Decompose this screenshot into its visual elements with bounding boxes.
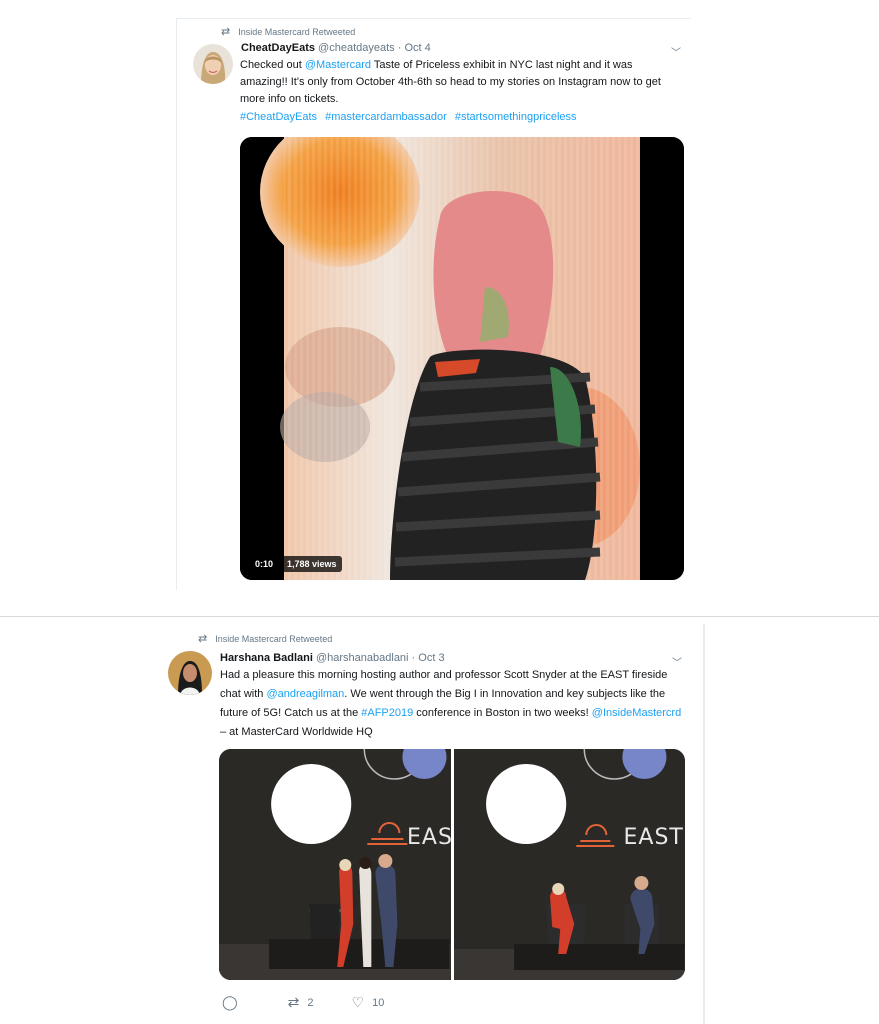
separator: · [408, 652, 419, 664]
retweet-context: ⇄ Inside Mastercard Retweeted [198, 632, 332, 645]
video-player[interactable]: 0:10 1,788 views [240, 137, 684, 580]
retweet-label: Inside Mastercard Retweeted [238, 26, 356, 37]
photo-label: EAST [407, 825, 451, 850]
handle[interactable]: @harshanabadlani [316, 652, 409, 664]
photo-2[interactable]: EAST [453, 749, 685, 980]
hashtag-link[interactable]: #startsomethingpriceless [455, 111, 577, 123]
retweet-label: Inside Mastercard Retweeted [215, 633, 333, 644]
tweet-cheatdayeats[interactable]: ⇄ Inside Mastercard Retweeted CheatDayEa… [176, 18, 691, 590]
reply-button[interactable]: ◯ [222, 994, 238, 1011]
hashtag-link[interactable]: #CheatDayEats [240, 111, 317, 123]
retweet-count: 2 [307, 996, 314, 1009]
hashtag-link[interactable]: #AFP2019 [361, 707, 413, 719]
text-part: Checked out [240, 59, 305, 71]
retweet-button[interactable]: ⇄ 2 [288, 994, 314, 1011]
video-views: 1,788 views [282, 556, 342, 572]
like-button[interactable]: ♡ 10 [352, 994, 385, 1011]
retweet-icon: ⇄ [198, 633, 208, 645]
mention-link[interactable]: @InsideMastercrd [592, 707, 681, 719]
photo-grid: EAST EAST [219, 749, 685, 980]
text-part: – at MasterCard Worldwide HQ [220, 726, 373, 738]
display-name[interactable]: Harshana Badlani [220, 652, 313, 664]
retweet-context: ⇄ Inside Mastercard Retweeted [221, 25, 355, 38]
divider [0, 616, 879, 617]
retweet-icon: ⇄ [221, 26, 231, 38]
retweet-icon: ⇄ [287, 994, 300, 1010]
display-name[interactable]: CheatDayEats [241, 42, 315, 54]
tweet-actions: ◯ ⇄ 2 ♡ 10 [222, 994, 384, 1011]
separator: · [394, 42, 405, 54]
text-part: conference in Boston in two weeks! [413, 707, 592, 719]
photo-label: EAST [623, 825, 684, 850]
tweet-text: Had a pleasure this morning hosting auth… [220, 666, 690, 742]
tweet-harshana[interactable]: ⇄ Inside Mastercard Retweeted Harshana B… [160, 624, 705, 1024]
photo-1[interactable]: EAST [219, 749, 451, 980]
video-time: 0:10 [250, 556, 279, 572]
mention-link[interactable]: @Mastercard [305, 59, 371, 71]
tweet-header: Harshana Badlani @harshanabadlani · Oct … [220, 652, 445, 664]
heart-icon: ♡ [351, 994, 365, 1010]
handle[interactable]: @cheatdayeats [318, 42, 395, 54]
hashtag-list: #CheatDayEats #mastercardambassador #sta… [240, 111, 582, 123]
tweet-text: Checked out @Mastercard Taste of Pricele… [240, 57, 680, 108]
avatar[interactable] [168, 651, 212, 695]
tweet-header: CheatDayEats @cheatdayeats · Oct 4 [241, 42, 431, 54]
mention-link[interactable]: @andreagilman [266, 688, 344, 700]
video-badges: 0:10 1,788 views [250, 556, 342, 572]
tweet-date[interactable]: Oct 4 [404, 42, 430, 54]
like-count: 10 [372, 996, 385, 1009]
tweet-date[interactable]: Oct 3 [418, 652, 444, 664]
reply-icon: ◯ [222, 994, 238, 1010]
avatar[interactable] [193, 44, 233, 84]
hashtag-link[interactable]: #mastercardambassador [325, 111, 447, 123]
